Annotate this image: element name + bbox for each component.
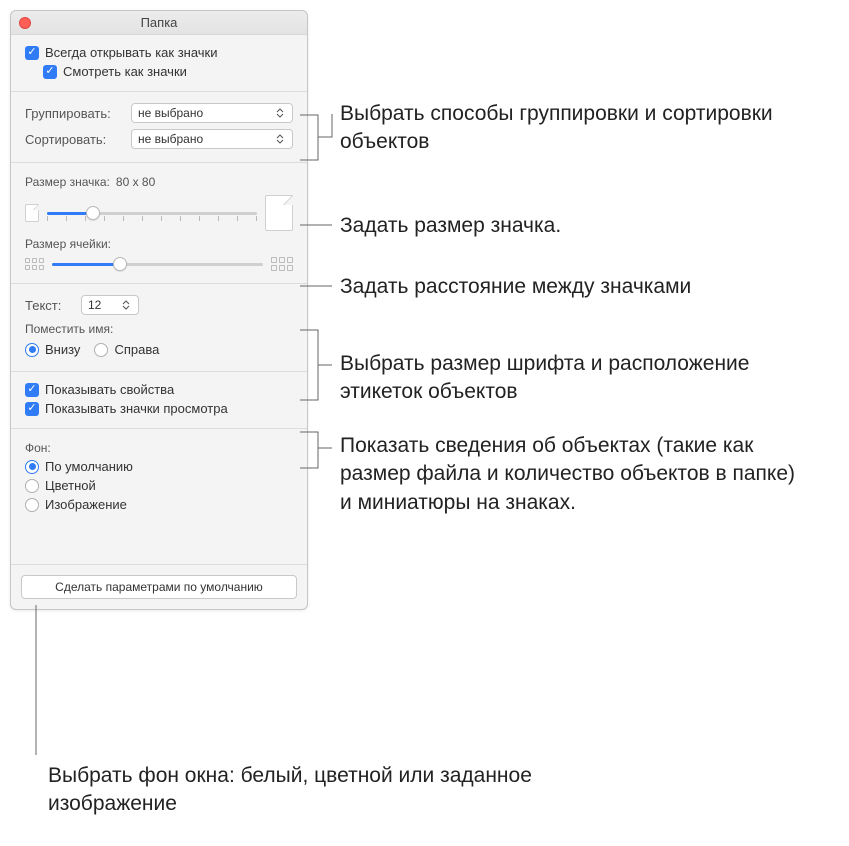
radio-bg-default[interactable]: По умолчанию: [25, 457, 293, 476]
popup-value: 12: [88, 298, 101, 312]
window-title: Папка: [11, 15, 307, 30]
make-default-button[interactable]: Сделать параметрами по умолчанию: [21, 575, 297, 599]
radio-label: Цветной: [45, 478, 96, 493]
checkbox-label: Всегда открывать как значки: [45, 45, 218, 60]
chevron-updown-icon: [120, 300, 132, 310]
radio-icon: [25, 343, 39, 357]
callout-text: Выбрать размер шрифта и расположение эти…: [340, 350, 820, 407]
popup-value: не выбрано: [138, 106, 203, 120]
checkbox-label: Смотреть как значки: [63, 64, 187, 79]
text-label: Текст:: [25, 298, 75, 313]
checkbox-label: Показывать значки просмотра: [45, 401, 228, 416]
section-show: Показывать свойства Показывать значки пр…: [11, 372, 307, 429]
callout-icon-size: Задать размер значка.: [340, 212, 820, 240]
close-icon[interactable]: [19, 17, 31, 29]
sort-label: Сортировать:: [25, 132, 125, 147]
section-open-as: Всегда открывать как значки Смотреть как…: [11, 35, 307, 92]
cell-size-label: Размер ячейки:: [25, 233, 293, 253]
radio-label: По умолчанию: [45, 459, 133, 474]
checkmark-icon: [25, 402, 39, 416]
radio-label: Внизу: [45, 342, 80, 357]
icon-size-label: Размер значка:: [25, 175, 110, 189]
radio-label: Справа: [114, 342, 159, 357]
group-label: Группировать:: [25, 106, 125, 121]
checkbox-show-preview[interactable]: Показывать значки просмотра: [25, 399, 293, 418]
label-pos-label: Поместить имя:: [25, 318, 293, 338]
file-small-icon: [25, 204, 39, 222]
chevron-updown-icon: [274, 134, 286, 144]
section-sizes: Размер значка: 80 x 80 Размер ячейки:: [11, 163, 307, 284]
icon-size-value: 80 x 80: [116, 175, 155, 189]
titlebar: Папка: [11, 11, 307, 35]
checkmark-icon: [25, 46, 39, 60]
checkbox-show-props[interactable]: Показывать свойства: [25, 380, 293, 399]
icon-size-slider[interactable]: [47, 206, 257, 220]
group-popup[interactable]: не выбрано: [131, 103, 293, 123]
chevron-updown-icon: [274, 108, 286, 118]
callout-grouping: Выбрать способы группировки и сортировки…: [340, 100, 820, 157]
sort-popup[interactable]: не выбрано: [131, 129, 293, 149]
callout-info: Показать сведения об объектах (такие как…: [340, 432, 810, 517]
callout-background: Выбрать фон окна: белый, цветной или зад…: [48, 762, 648, 819]
footer: Сделать параметрами по умолчанию: [11, 565, 307, 609]
radio-icon: [25, 498, 39, 512]
section-text: Текст: 12 Поместить имя: Внизу Справа: [11, 284, 307, 372]
cell-size-slider[interactable]: [52, 257, 263, 271]
callout-cell-size: Задать расстояние между значками: [340, 273, 820, 301]
view-options-window: Папка Всегда открывать как значки Смотре…: [10, 10, 308, 610]
background-label: Фон:: [25, 437, 293, 457]
popup-value: не выбрано: [138, 132, 203, 146]
radio-bg-image[interactable]: Изображение: [25, 495, 293, 514]
grid-loose-icon: [271, 257, 293, 271]
checkbox-always-open[interactable]: Всегда открывать как значки: [25, 43, 293, 62]
section-arrange: Группировать: не выбрано Сортировать: не…: [11, 92, 307, 163]
radio-bg-color[interactable]: Цветной: [25, 476, 293, 495]
checkbox-label: Показывать свойства: [45, 382, 174, 397]
radio-icon: [25, 460, 39, 474]
checkbox-view-as-icons[interactable]: Смотреть как значки: [25, 62, 293, 81]
checkmark-icon: [25, 383, 39, 397]
radio-icon: [94, 343, 108, 357]
radio-icon: [25, 479, 39, 493]
radio-label: Изображение: [45, 497, 127, 512]
radio-right[interactable]: Справа: [94, 340, 159, 359]
radio-bottom[interactable]: Внизу: [25, 340, 80, 359]
file-large-icon: [265, 195, 293, 231]
section-background: Фон: По умолчанию Цветной Изображение: [11, 429, 307, 565]
grid-tight-icon: [25, 258, 44, 270]
text-size-popup[interactable]: 12: [81, 295, 139, 315]
checkmark-icon: [43, 65, 57, 79]
